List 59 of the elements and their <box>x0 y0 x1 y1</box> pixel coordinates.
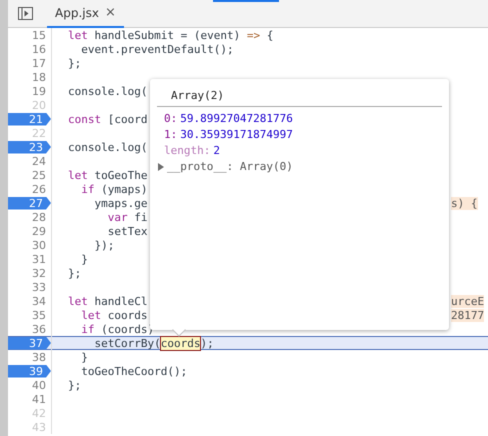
code-line: setCorrBy(coords); <box>93 336 214 350</box>
line-number[interactable]: 16 <box>32 42 51 56</box>
code-text: urceE <box>451 294 484 308</box>
breakpoint-marker[interactable]: 39 <box>8 364 51 378</box>
code-line: const [coord <box>68 112 148 126</box>
line-number[interactable]: 19 <box>32 84 51 98</box>
sidebar-toggle-icon[interactable] <box>18 7 33 20</box>
line-number[interactable]: 33 <box>32 280 51 294</box>
code-line: if (coords) <box>80 322 154 336</box>
code-line: console.log( <box>68 140 148 154</box>
code-line: }; <box>68 266 82 280</box>
code-line: } <box>80 350 88 364</box>
property-row-text: 1: 30.35939171874997 <box>163 127 294 143</box>
tab-indicator <box>213 0 279 2</box>
code-line: toGeoTheCoord(); <box>80 364 188 378</box>
code-line: let toGeoThe <box>68 168 148 182</box>
property-row-text: 0: 59.89927047281776 <box>163 111 294 127</box>
code-line: }); <box>93 238 114 252</box>
code-line: if (ymaps) <box>80 182 148 196</box>
code-line: let handleCl <box>68 294 148 308</box>
breakpoint-marker[interactable]: 21 <box>8 112 51 126</box>
expand-arrow-icon[interactable] <box>157 163 164 171</box>
code-line: }; <box>68 56 82 70</box>
code-line: let coords <box>80 308 148 322</box>
code-text: s) { <box>451 196 478 210</box>
line-number[interactable]: 34 <box>32 294 51 308</box>
code-line: event.preventDefault(); <box>80 42 234 56</box>
line-number[interactable]: 35 <box>32 308 51 322</box>
property-row-text: length: 2 <box>163 143 221 159</box>
line-number[interactable]: 24 <box>32 154 51 168</box>
line-number[interactable]: 15 <box>32 28 51 42</box>
property-row: __proto__: Array(0) <box>167 159 293 175</box>
line-number[interactable]: 25 <box>32 168 51 182</box>
breakpoint-marker[interactable]: 23 <box>8 140 51 154</box>
code-line: } <box>80 252 88 266</box>
breakpoint-marker[interactable]: 37 <box>8 336 51 350</box>
line-number[interactable]: 31 <box>32 252 51 266</box>
close-icon[interactable]: × <box>104 5 116 20</box>
popover-title: Array(2) <box>157 85 442 107</box>
code-line: let handleSubmit = (event) => { <box>68 28 274 42</box>
line-number[interactable]: 30 <box>32 238 51 252</box>
code-line: ymaps.ge <box>93 196 148 210</box>
line-number[interactable]: 38 <box>32 350 51 364</box>
code-line: var fi <box>106 210 148 224</box>
line-number[interactable]: 36 <box>32 322 51 336</box>
line-number[interactable]: 29 <box>32 224 51 238</box>
line-number[interactable]: 40 <box>32 378 51 392</box>
code-line: }; <box>68 378 82 392</box>
file-tab[interactable]: App.jsx × <box>47 0 124 28</box>
line-number[interactable]: 41 <box>32 392 51 406</box>
line-number[interactable]: 32 <box>32 266 51 280</box>
line-number[interactable]: 26 <box>32 182 51 196</box>
line-number[interactable]: 17 <box>32 56 51 70</box>
code-line: setTex <box>106 224 148 238</box>
line-number[interactable]: 18 <box>32 70 51 84</box>
line-number[interactable]: 28 <box>32 210 51 224</box>
code-text: 28177 <box>451 308 484 322</box>
code-line: console.log( <box>68 84 148 98</box>
breakpoint-marker[interactable]: 27 <box>8 196 51 210</box>
